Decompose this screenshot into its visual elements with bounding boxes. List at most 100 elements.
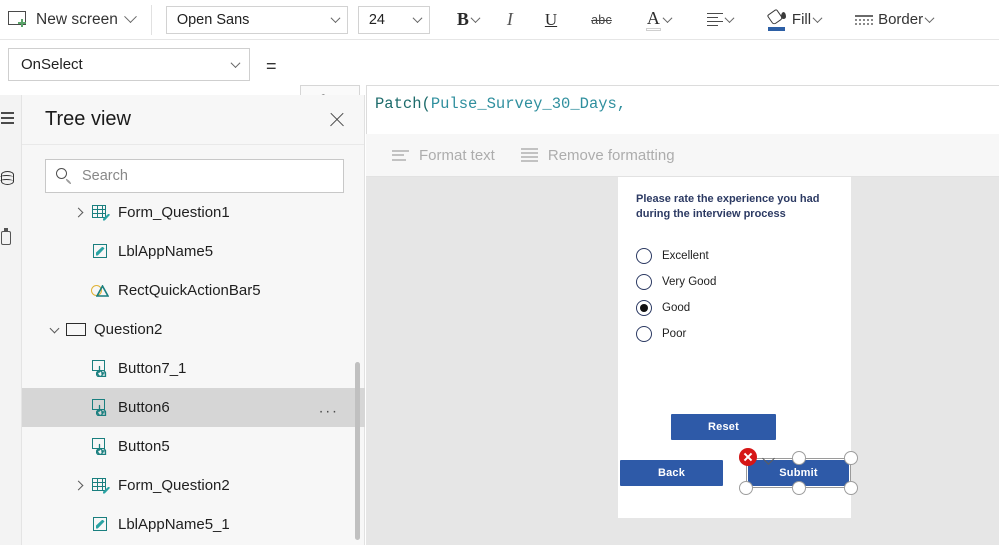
font-family-value: Open Sans xyxy=(176,11,250,28)
font-color-button[interactable]: A xyxy=(637,1,680,39)
form-icon xyxy=(92,477,110,494)
radio-option-label: Very Good xyxy=(662,276,717,288)
radio-option-excellent[interactable]: Excellent xyxy=(636,243,716,269)
tree-item-label: LblAppName5 xyxy=(118,243,214,260)
tree-item-label: Button5 xyxy=(118,438,170,455)
property-value: OnSelect xyxy=(21,56,83,73)
chevron-down-icon[interactable] xyxy=(123,10,137,24)
strikethrough-icon: abc xyxy=(591,12,612,27)
resize-handle-top-right[interactable] xyxy=(844,451,858,465)
radio-circle-icon[interactable] xyxy=(636,274,652,290)
border-label: Border xyxy=(878,11,924,28)
app-screen-preview[interactable]: Please rate the experience you had durin… xyxy=(618,177,858,518)
chevron-down-icon[interactable] xyxy=(724,13,735,24)
format-toolbar: Format text Remove formatting xyxy=(366,134,999,177)
strikethrough-button[interactable]: abc xyxy=(582,1,621,39)
canvas-area[interactable]: Please rate the experience you had durin… xyxy=(366,177,999,545)
tree-item-form_question2[interactable]: Form_Question2 xyxy=(22,466,365,505)
radio-group[interactable]: Excellent Very Good Good Poor xyxy=(636,243,716,347)
chevron-down-icon[interactable] xyxy=(49,323,59,333)
tree-item-icon xyxy=(88,477,114,494)
tree-expander[interactable] xyxy=(68,480,88,491)
border-icon xyxy=(855,14,874,25)
chevron-down-icon[interactable] xyxy=(330,13,341,24)
tree-item-button6[interactable]: Button6... xyxy=(22,388,365,427)
power-apps-studio: New screen Open Sans 24 B I U abc A Fill… xyxy=(0,0,999,545)
resize-handle-bottom-left[interactable] xyxy=(739,481,753,495)
tree-search-box[interactable]: Search xyxy=(45,159,344,193)
font-size-select[interactable]: 24 xyxy=(357,5,430,34)
italic-button[interactable]: I xyxy=(498,1,522,39)
chevron-down-icon[interactable] xyxy=(662,13,673,24)
tree-item-label: Form_Question2 xyxy=(118,477,230,494)
rail-item-tree-view[interactable] xyxy=(0,103,22,133)
remove-formatting-icon xyxy=(520,148,538,162)
tree-item-icon xyxy=(88,399,114,417)
rail-item-data[interactable] xyxy=(0,163,22,193)
tree-item-button5[interactable]: Button5 xyxy=(22,427,365,466)
radio-circle-icon[interactable] xyxy=(636,248,652,264)
close-icon[interactable] xyxy=(326,109,348,131)
tree-item-icon xyxy=(88,516,114,533)
underline-icon: U xyxy=(544,9,558,29)
tree-item-lblappname5[interactable]: LblAppName5 xyxy=(22,232,365,271)
tree-item-form_question1[interactable]: Form_Question1 xyxy=(22,193,365,232)
radio-circle-icon[interactable] xyxy=(636,326,652,342)
tree-item-button7_1[interactable]: Button7_1 xyxy=(22,349,365,388)
tree-item-label: Button7_1 xyxy=(118,360,187,377)
text-align-button[interactable] xyxy=(698,1,742,39)
label-icon xyxy=(92,243,110,260)
error-badge[interactable] xyxy=(739,448,757,466)
font-family-select[interactable]: Open Sans xyxy=(165,5,348,34)
tree-expander[interactable] xyxy=(68,207,88,218)
fill-button[interactable]: Fill xyxy=(758,1,830,39)
back-button[interactable]: Back xyxy=(620,460,723,486)
equals-sign: = xyxy=(266,56,277,76)
bold-button[interactable]: B xyxy=(448,1,488,39)
radio-option-label: Poor xyxy=(662,328,687,340)
chevron-down-icon[interactable] xyxy=(412,13,423,24)
tree-item-question2[interactable]: Question2 xyxy=(22,310,365,349)
tree-item-rectquickactionbar5[interactable]: RectQuickActionBar5 xyxy=(22,271,365,310)
resize-handle-bottom-center[interactable] xyxy=(792,481,806,495)
tree-item-overflow-button[interactable]: ... xyxy=(319,399,339,416)
tree-item-icon xyxy=(88,438,114,456)
screen-icon xyxy=(66,322,88,338)
radio-option-very-good[interactable]: Very Good xyxy=(636,269,716,295)
reset-button[interactable]: Reset xyxy=(671,414,776,440)
remove-formatting-button[interactable]: Remove formatting xyxy=(520,147,675,164)
radio-circle-icon[interactable] xyxy=(636,300,652,316)
left-rail xyxy=(0,95,22,545)
formula-token-function: Patch( xyxy=(375,95,431,113)
border-button[interactable]: Border xyxy=(846,1,942,39)
scrollbar-thumb[interactable] xyxy=(355,362,360,540)
format-text-button[interactable]: Format text xyxy=(392,147,495,164)
tree-view-header: Tree view xyxy=(22,95,364,145)
property-select[interactable]: OnSelect xyxy=(8,48,250,81)
rail-item-media[interactable] xyxy=(0,223,22,253)
tree-item-icon xyxy=(64,322,90,338)
tree-expander[interactable] xyxy=(44,323,64,335)
chevron-down-icon[interactable] xyxy=(470,13,481,24)
tree-item-list[interactable]: Form_Question1 LblAppName5 RectQuickAction… xyxy=(22,193,365,545)
underline-button[interactable]: U xyxy=(536,1,566,39)
new-screen-button[interactable]: New screen xyxy=(0,1,145,39)
bold-icon: B xyxy=(456,9,469,29)
tree-scrollbar[interactable] xyxy=(355,95,360,545)
italic-icon: I xyxy=(506,9,513,29)
resize-handle-top-center[interactable] xyxy=(792,451,806,465)
font-color-icon: A xyxy=(645,9,661,31)
format-text-label: Format text xyxy=(419,146,495,164)
radio-option-good[interactable]: Good xyxy=(636,295,716,321)
new-screen-label: New screen xyxy=(36,10,118,28)
chevron-right-icon[interactable] xyxy=(73,480,83,491)
radio-option-poor[interactable]: Poor xyxy=(636,321,716,347)
chevron-down-icon[interactable] xyxy=(812,13,823,24)
tree-item-lblappname5_1[interactable]: LblAppName5_1 xyxy=(22,505,365,544)
chevron-down-icon[interactable] xyxy=(230,58,241,69)
tree-item-label: Question2 xyxy=(94,321,163,338)
chevron-down-icon[interactable] xyxy=(924,13,935,24)
button-icon xyxy=(92,399,110,417)
resize-handle-bottom-right[interactable] xyxy=(844,481,858,495)
chevron-right-icon[interactable] xyxy=(73,207,83,218)
